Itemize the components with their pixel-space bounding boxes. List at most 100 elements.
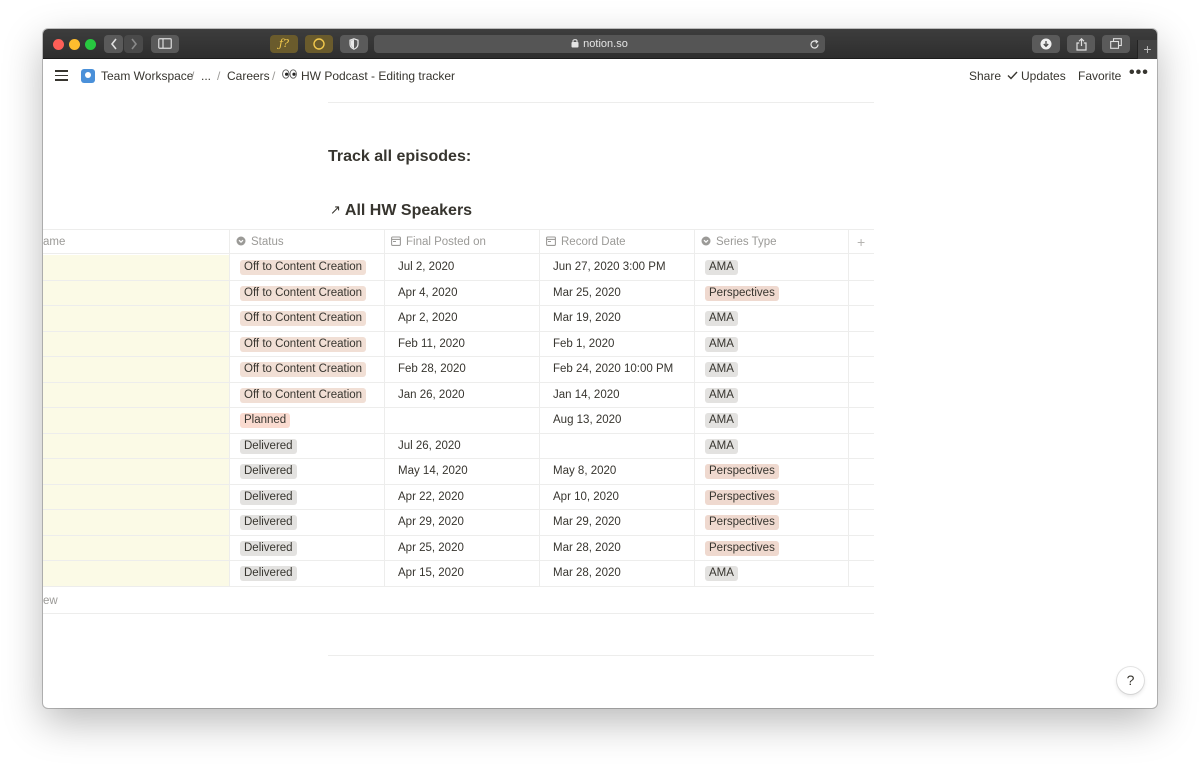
series-type-cell[interactable]: AMA	[705, 357, 738, 382]
series-type-cell[interactable]: AMA	[705, 383, 738, 408]
linked-database-title[interactable]: ↗ All HW Speakers	[330, 202, 472, 220]
add-column-button[interactable]: +	[857, 230, 865, 254]
series-type-cell[interactable]: Perspectives	[705, 459, 779, 484]
final-posted-cell[interactable]: Jul 26, 2020	[398, 434, 461, 459]
table-row[interactable]: Delivered Apr 25, 2020 Mar 28, 2020 Perspec…	[43, 536, 874, 561]
table-row[interactable]: Off to Content Creation Feb 28, 2020 Feb 2…	[43, 357, 874, 383]
record-date-cell[interactable]: Feb 1, 2020	[553, 332, 614, 357]
record-date-cell[interactable]: Mar 19, 2020	[553, 306, 621, 331]
table-row[interactable]: Delivered Apr 15, 2020 Mar 28, 2020 AMA	[43, 561, 874, 587]
status-cell[interactable]: Off to Content Creation	[240, 383, 367, 408]
new-row-button[interactable]: ew	[43, 588, 874, 614]
updates-button[interactable]: Updates	[1007, 69, 1066, 83]
final-posted-cell[interactable]: Jan 26, 2020	[398, 383, 465, 408]
final-posted-cell[interactable]: Feb 11, 2020	[398, 332, 465, 357]
forward-button[interactable]	[124, 35, 143, 53]
share-button[interactable]: Share	[969, 69, 1001, 83]
record-date-cell[interactable]: May 8, 2020	[553, 459, 616, 484]
series-type-cell[interactable]: AMA	[705, 434, 738, 459]
final-posted-cell[interactable]: May 14, 2020	[398, 459, 468, 484]
series-type-cell[interactable]: AMA	[705, 408, 738, 433]
shield-icon	[349, 38, 359, 50]
reload-icon[interactable]	[809, 38, 820, 56]
minimize-window-button[interactable]	[69, 39, 80, 50]
breadcrumb-ellipsis[interactable]: ...	[201, 69, 211, 83]
table-row[interactable]: Off to Content Creation Feb 11, 2020 Feb 1…	[43, 332, 874, 357]
new-tab-button[interactable]: +	[1137, 40, 1157, 59]
status-cell[interactable]: Off to Content Creation	[240, 255, 367, 280]
table-row[interactable]: Planned Aug 13, 2020 AMA	[43, 408, 874, 434]
final-posted-cell[interactable]: Apr 4, 2020	[398, 281, 457, 306]
address-bar[interactable]: notion.so	[374, 35, 825, 53]
series-type-cell[interactable]: Perspectives	[705, 281, 779, 306]
close-window-button[interactable]	[53, 39, 64, 50]
column-header-status[interactable]: Status	[236, 230, 284, 254]
final-posted-cell[interactable]: Apr 25, 2020	[398, 536, 464, 561]
record-date-cell[interactable]: Apr 10, 2020	[553, 485, 619, 510]
breadcrumb-current-page[interactable]: HW Podcast - Editing tracker	[301, 69, 455, 83]
extension-formula-button[interactable]: ƒ?	[270, 35, 298, 53]
breadcrumb-workspace[interactable]: Team Workspace	[101, 69, 193, 83]
status-cell[interactable]: Delivered	[240, 434, 297, 459]
status-cell[interactable]: Delivered	[240, 485, 297, 510]
final-posted-cell[interactable]: Jul 2, 2020	[398, 255, 454, 280]
series-type-cell[interactable]: Perspectives	[705, 536, 779, 561]
record-date-cell[interactable]: Mar 29, 2020	[553, 510, 621, 535]
menu-icon[interactable]	[55, 70, 68, 81]
status-cell[interactable]: Delivered	[240, 536, 297, 561]
column-header-final-posted[interactable]: Final Posted on	[391, 230, 486, 254]
breadcrumb-careers[interactable]: Careers	[227, 69, 270, 83]
final-posted-cell[interactable]: Feb 28, 2020	[398, 357, 466, 382]
back-button[interactable]	[104, 35, 123, 53]
tab-overview-button[interactable]	[1102, 35, 1130, 53]
column-header-name[interactable]: ame	[43, 230, 65, 254]
final-posted-cell[interactable]: Apr 29, 2020	[398, 510, 464, 535]
record-date-cell[interactable]: Jun 27, 2020 3:00 PM	[553, 255, 666, 280]
sidebar-toggle-button[interactable]	[151, 35, 179, 53]
column-header-record-date[interactable]: Record Date	[546, 230, 626, 254]
record-date-cell[interactable]: Mar 28, 2020	[553, 561, 621, 586]
final-posted-cell[interactable]: Apr 2, 2020	[398, 306, 457, 331]
record-date-cell-text: Mar 19, 2020	[553, 312, 621, 324]
status-cell[interactable]: Off to Content Creation	[240, 281, 367, 306]
status-cell[interactable]: Delivered	[240, 561, 297, 586]
table-row[interactable]: Off to Content Creation Apr 2, 2020 Mar 19…	[43, 306, 874, 332]
series-type-cell[interactable]: AMA	[705, 306, 738, 331]
record-date-cell[interactable]: Aug 13, 2020	[553, 408, 621, 433]
table-row[interactable]: Delivered May 14, 2020 May 8, 2020 Perspect…	[43, 459, 874, 485]
record-date-cell[interactable]: Feb 24, 2020 10:00 PM	[553, 357, 673, 382]
table-row[interactable]: Delivered Jul 26, 2020 AMA	[43, 434, 874, 459]
status-cell-tag: Off to Content Creation	[240, 336, 367, 352]
series-type-cell[interactable]: Perspectives	[705, 485, 779, 510]
table-row[interactable]: Off to Content Creation Jul 2, 2020 Jun 27…	[43, 255, 874, 281]
series-type-cell[interactable]: Perspectives	[705, 510, 779, 535]
table-row[interactable]: Delivered Apr 22, 2020 Apr 10, 2020 Perspec…	[43, 485, 874, 510]
series-type-cell[interactable]: AMA	[705, 561, 738, 586]
final-posted-cell[interactable]: Apr 22, 2020	[398, 485, 464, 510]
more-options-icon[interactable]: •••	[1129, 65, 1149, 81]
table-row[interactable]: Off to Content Creation Apr 4, 2020 Mar 25…	[43, 281, 874, 306]
status-cell[interactable]: Planned	[240, 408, 291, 433]
extension-circle-button[interactable]	[305, 35, 333, 53]
series-type-cell[interactable]: AMA	[705, 255, 738, 280]
table-row[interactable]: Delivered Apr 29, 2020 Mar 29, 2020 Perspec…	[43, 510, 874, 536]
status-cell[interactable]: Off to Content Creation	[240, 357, 367, 382]
final-posted-cell[interactable]: Apr 15, 2020	[398, 561, 464, 586]
status-cell[interactable]: Delivered	[240, 459, 297, 484]
column-header-series-type[interactable]: Series Type	[701, 230, 777, 254]
series-type-cell[interactable]: AMA	[705, 332, 738, 357]
help-button[interactable]: ?	[1117, 667, 1144, 694]
favorite-button[interactable]: Favorite	[1078, 69, 1121, 83]
calendar-icon	[391, 236, 401, 246]
status-cell[interactable]: Off to Content Creation	[240, 306, 367, 331]
status-cell[interactable]: Delivered	[240, 510, 297, 535]
zoom-window-button[interactable]	[85, 39, 96, 50]
status-cell[interactable]: Off to Content Creation	[240, 332, 367, 357]
table-row[interactable]: Off to Content Creation Jan 26, 2020 Jan 1…	[43, 383, 874, 408]
record-date-cell[interactable]: Mar 28, 2020	[553, 536, 621, 561]
downloads-button[interactable]	[1032, 35, 1060, 53]
record-date-cell[interactable]: Jan 14, 2020	[553, 383, 620, 408]
record-date-cell[interactable]: Mar 25, 2020	[553, 281, 621, 306]
extension-shield-button[interactable]	[340, 35, 368, 53]
browser-share-button[interactable]	[1067, 35, 1095, 53]
